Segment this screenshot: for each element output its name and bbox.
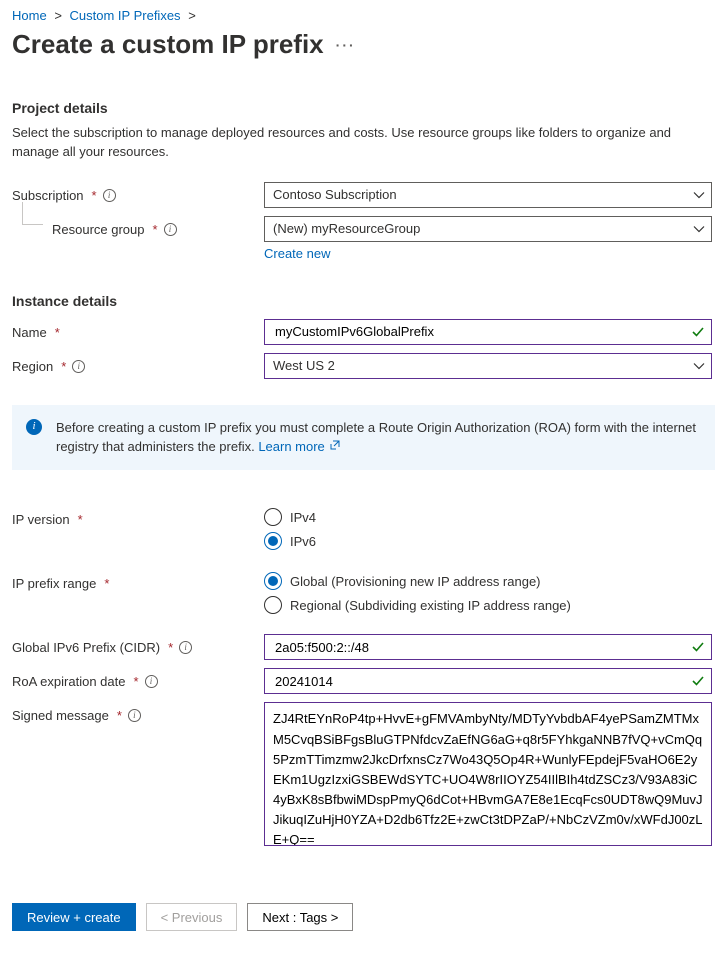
global-ipv6-cidr-label: Global IPv6 Prefix (CIDR)* i — [12, 634, 264, 655]
ip-version-ipv6-radio[interactable]: IPv6 — [264, 532, 712, 550]
ip-version-label: IP version* — [12, 506, 264, 527]
range-global-radio[interactable]: Global (Provisioning new IP address rang… — [264, 572, 712, 590]
global-ipv6-cidr-input[interactable] — [264, 634, 712, 660]
chevron-down-icon — [693, 189, 705, 201]
wizard-footer: Review + create < Previous Next : Tags > — [12, 903, 715, 931]
page-title: Create a custom IP prefix ··· — [12, 29, 715, 60]
chevron-right-icon: > — [54, 8, 62, 23]
external-link-icon — [328, 439, 340, 454]
project-details-heading: Project details — [12, 100, 715, 116]
info-icon[interactable]: i — [164, 223, 177, 236]
resource-group-dropdown[interactable]: (New) myResourceGroup — [264, 216, 712, 242]
info-icon[interactable]: i — [128, 709, 141, 722]
project-details-desc: Select the subscription to manage deploy… — [12, 124, 692, 162]
more-icon[interactable]: ··· — [336, 37, 356, 53]
info-icon[interactable]: i — [72, 360, 85, 373]
breadcrumb-home[interactable]: Home — [12, 8, 47, 23]
checkmark-icon — [691, 325, 705, 339]
checkmark-icon — [691, 674, 705, 688]
create-new-link[interactable]: Create new — [264, 246, 330, 261]
checkmark-icon — [691, 640, 705, 654]
roa-expiration-input[interactable] — [264, 668, 712, 694]
name-input[interactable] — [264, 319, 712, 345]
region-dropdown[interactable]: West US 2 — [264, 353, 712, 379]
chevron-down-icon — [693, 223, 705, 235]
resource-group-label: Resource group* i — [12, 216, 264, 237]
name-label: Name* — [12, 319, 264, 340]
info-icon: i — [26, 419, 42, 435]
chevron-down-icon — [693, 360, 705, 372]
range-regional-radio[interactable]: Regional (Subdividing existing IP addres… — [264, 596, 712, 614]
info-icon[interactable]: i — [103, 189, 116, 202]
roa-info-banner: i Before creating a custom IP prefix you… — [12, 405, 715, 471]
subscription-dropdown[interactable]: Contoso Subscription — [264, 182, 712, 208]
subscription-label: Subscription* i — [12, 182, 264, 203]
previous-button[interactable]: < Previous — [146, 903, 238, 931]
breadcrumb: Home > Custom IP Prefixes > — [12, 8, 715, 23]
next-tags-button[interactable]: Next : Tags > — [247, 903, 353, 931]
learn-more-link[interactable]: Learn more — [258, 439, 340, 454]
signed-message-textarea[interactable] — [264, 702, 712, 846]
instance-details-heading: Instance details — [12, 293, 715, 309]
breadcrumb-custom-ip-prefixes[interactable]: Custom IP Prefixes — [70, 8, 181, 23]
ip-version-ipv4-radio[interactable]: IPv4 — [264, 508, 712, 526]
info-icon[interactable]: i — [145, 675, 158, 688]
chevron-right-icon: > — [188, 8, 196, 23]
review-create-button[interactable]: Review + create — [12, 903, 136, 931]
roa-expiration-label: RoA expiration date* i — [12, 668, 264, 689]
info-icon[interactable]: i — [179, 641, 192, 654]
ip-prefix-range-label: IP prefix range* — [12, 570, 264, 591]
region-label: Region* i — [12, 353, 264, 374]
signed-message-label: Signed message* i — [12, 702, 264, 723]
